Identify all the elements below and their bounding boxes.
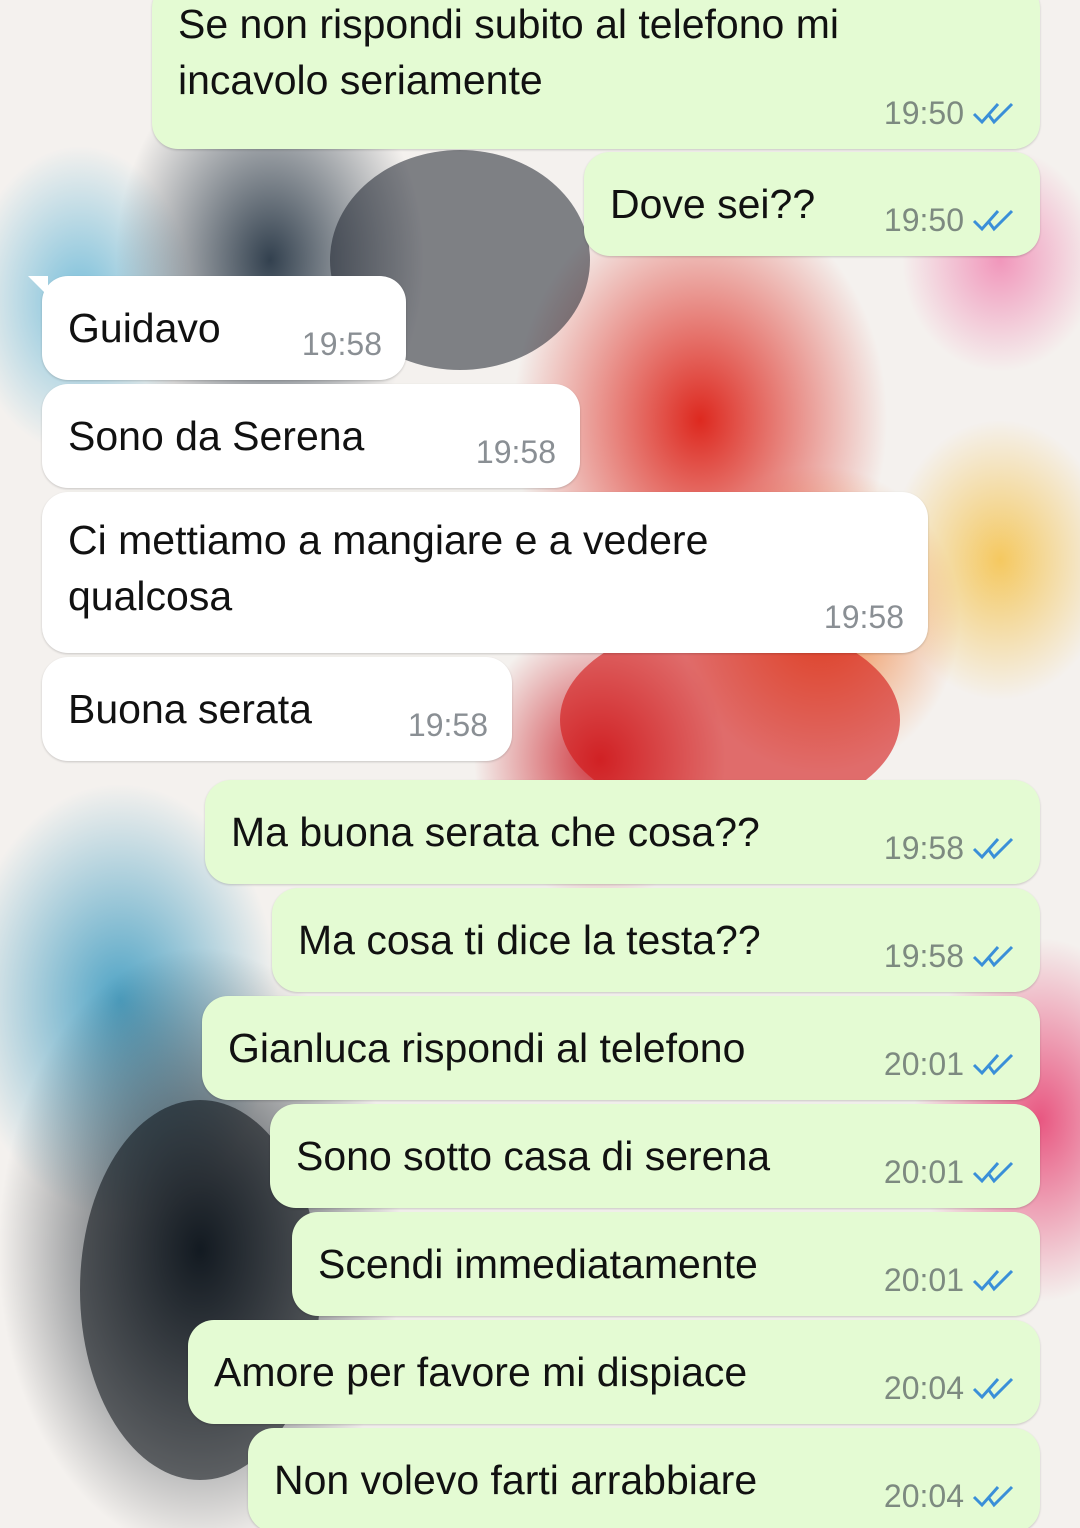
- message-text: Guidavo: [68, 305, 221, 351]
- outgoing-message[interactable]: Dove sei?? 19:50: [584, 152, 1040, 256]
- message-time: 19:58: [823, 599, 904, 635]
- message-text: Ma buona serata che cosa??: [231, 809, 760, 855]
- incoming-message[interactable]: Guidavo 19:58: [28, 276, 406, 380]
- double-check-read-icon: [972, 1375, 1016, 1401]
- outgoing-message[interactable]: Sono sotto casa di serena 20:01: [270, 1104, 1040, 1208]
- message-time: 20:01: [883, 1262, 964, 1298]
- double-check-read-icon: [972, 1267, 1016, 1293]
- message-time: 20:04: [883, 1478, 964, 1514]
- outgoing-message[interactable]: Gianluca rispondi al telefono 20:01: [202, 996, 1040, 1100]
- outgoing-message[interactable]: Ma buona serata che cosa?? 19:58: [205, 780, 1040, 884]
- message-text: Ma cosa ti dice la testa??: [298, 917, 761, 963]
- incoming-message[interactable]: Buona serata 19:58: [42, 657, 512, 761]
- outgoing-message[interactable]: Scendi immediatamente 20:01: [292, 1212, 1040, 1316]
- double-check-read-icon: [972, 100, 1016, 126]
- message-text: Sono sotto casa di serena: [296, 1133, 771, 1179]
- double-check-read-icon: [972, 835, 1016, 861]
- message-time: 20:04: [883, 1370, 964, 1406]
- message-time: 19:58: [475, 434, 556, 470]
- message-time: 19:58: [407, 707, 488, 743]
- bubble-tail: [28, 276, 48, 296]
- message-time: 20:01: [883, 1154, 964, 1190]
- double-check-read-icon: [972, 207, 1016, 233]
- message-text: Buona serata: [68, 686, 312, 732]
- outgoing-message[interactable]: Ma cosa ti dice la testa?? 19:58: [272, 888, 1040, 992]
- message-text: Ci mettiamo a mangiare e a vedere qualco…: [68, 517, 709, 619]
- incoming-message[interactable]: Ci mettiamo a mangiare e a vedere qualco…: [42, 492, 928, 653]
- message-time: 19:50: [883, 202, 964, 238]
- double-check-read-icon: [972, 1051, 1016, 1077]
- message-text: Sono da Serena: [68, 413, 365, 459]
- message-text: Scendi immediatamente: [318, 1241, 758, 1287]
- double-check-read-icon: [972, 1159, 1016, 1185]
- message-text: Se non rispondi subito al telefono mi in…: [178, 1, 839, 103]
- message-text: Non volevo farti arrabbiare: [274, 1457, 758, 1503]
- outgoing-message[interactable]: Amore per favore mi dispiace 20:04: [188, 1320, 1040, 1424]
- message-time: 20:01: [883, 1046, 964, 1082]
- outgoing-message[interactable]: Non volevo farti arrabbiare 20:04: [248, 1428, 1040, 1528]
- chat-background: Se non rispondi subito al telefono mi in…: [0, 0, 1080, 1528]
- message-time: 19:58: [301, 326, 382, 362]
- message-text: Gianluca rispondi al telefono: [228, 1025, 746, 1071]
- message-time: 19:58: [883, 830, 964, 866]
- outgoing-message[interactable]: Se non rispondi subito al telefono mi in…: [152, 0, 1040, 149]
- message-text: Dove sei??: [610, 181, 816, 227]
- message-text: Amore per favore mi dispiace: [214, 1349, 748, 1395]
- incoming-message[interactable]: Sono da Serena 19:58: [42, 384, 580, 488]
- message-time: 19:58: [883, 938, 964, 974]
- message-time: 19:50: [883, 95, 964, 131]
- double-check-read-icon: [972, 1483, 1016, 1509]
- double-check-read-icon: [972, 943, 1016, 969]
